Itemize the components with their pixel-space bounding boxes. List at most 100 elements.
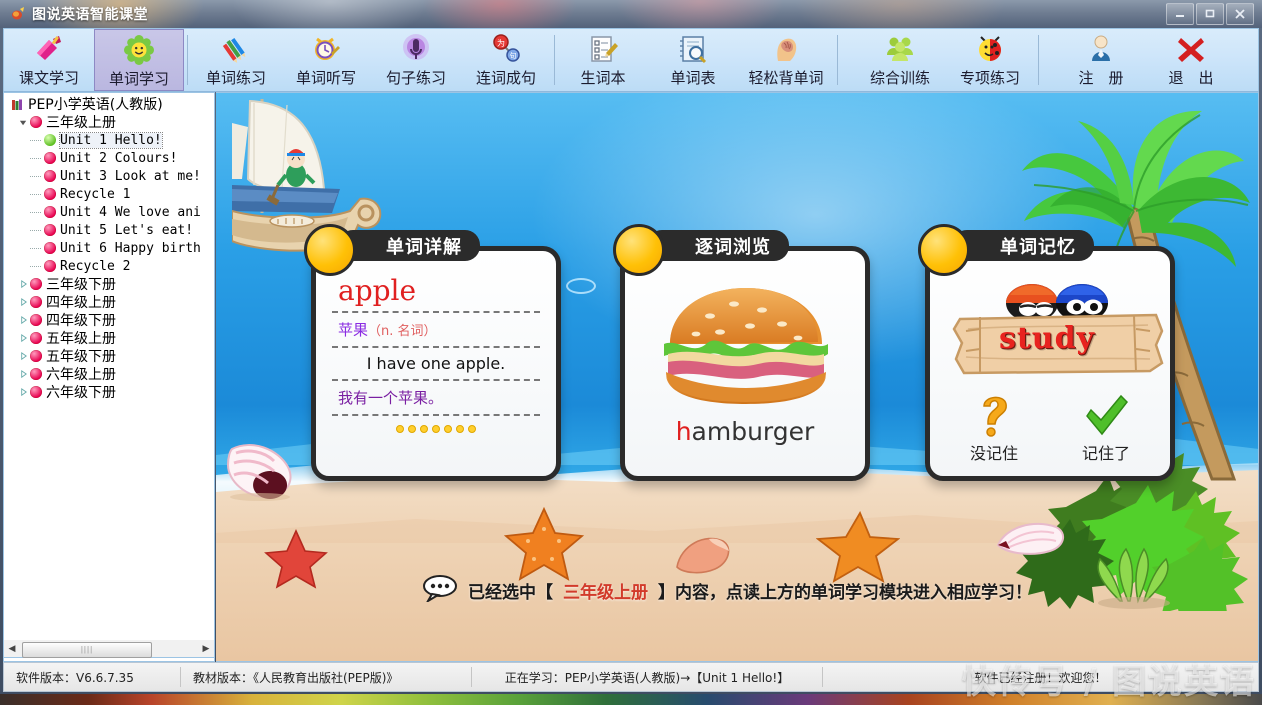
- tree-bullet: [30, 386, 42, 398]
- toolbar-label: 专项练习: [959, 69, 1020, 87]
- tree-bullet: [44, 152, 56, 164]
- chevron-right-icon[interactable]: [18, 333, 28, 343]
- flower-smile-icon: [119, 34, 159, 66]
- tree-unit-label: Unit 3 Look at me!: [60, 168, 201, 184]
- book-pen-icon: [29, 33, 69, 65]
- toolbar-item-word-practice[interactable]: 单词练习: [191, 29, 281, 91]
- progress-dots: [332, 425, 540, 433]
- toolbar-label: 连词成句: [475, 69, 536, 87]
- toolbar-label: 单词听写: [295, 69, 356, 87]
- chevron-right-icon[interactable]: [18, 351, 28, 361]
- card-word-detail[interactable]: 单词详解 apple 苹果（n. 名词） I have one apple. 我…: [304, 224, 561, 481]
- tree-grade-3b[interactable]: 三年级下册: [8, 275, 214, 293]
- divider: [332, 379, 540, 381]
- window-controls: [1166, 3, 1254, 25]
- toolbar-item-word-list[interactable]: 单词表: [648, 29, 738, 91]
- tree-unit-5[interactable]: Unit 5 Let's eat!: [8, 221, 214, 239]
- tree-bullet: [44, 260, 56, 272]
- tree-unit-2[interactable]: Unit 2 Colours!: [8, 149, 214, 167]
- course-tree-sidebar[interactable]: PEP小学英语(人教版) 三年级上册 Unit 1 Hello! Unit 2 …: [3, 92, 215, 662]
- divider: [332, 311, 540, 313]
- card-word-memory[interactable]: 单词记忆 study 没记住 记住了: [918, 224, 1175, 481]
- tree-bullet: [30, 278, 42, 290]
- tree-unit-1[interactable]: Unit 1 Hello!: [8, 131, 214, 149]
- tree-root[interactable]: PEP小学英语(人教版): [8, 95, 214, 113]
- toolbar-item-special-practice[interactable]: 专项练习: [945, 29, 1035, 91]
- book-stack-icon: [10, 97, 24, 111]
- card-title: 单词记忆: [952, 230, 1094, 261]
- scrollbar-thumb[interactable]: ||||: [22, 641, 152, 658]
- tree-unit-label: Unit 1 Hello!: [59, 131, 163, 149]
- tree-recycle-1[interactable]: Recycle 1: [8, 185, 214, 203]
- svg-text:为: 为: [497, 38, 505, 48]
- scroll-left-arrow[interactable]: ◀: [4, 641, 20, 657]
- brain-head-icon: [766, 33, 806, 65]
- toolbar-item-easy-memorize[interactable]: 轻松背单词: [738, 29, 834, 91]
- toolbar-item-new-words-book[interactable]: 生词本: [558, 29, 648, 91]
- hint-bar: 已经选中【 三年级上册 】内容，点读上方的单词学习模块进入相应学习！: [422, 574, 1032, 607]
- choice-remembered[interactable]: 记住了: [1050, 392, 1162, 464]
- sidebar-horizontal-scrollbar[interactable]: ◀ |||| ▶: [3, 640, 215, 658]
- choice-not-remembered[interactable]: 没记住: [938, 392, 1050, 464]
- chevron-right-icon[interactable]: [18, 297, 28, 307]
- starfish-orange-image: [503, 506, 585, 581]
- hamburger-image: [658, 282, 833, 407]
- tree-connector: [30, 194, 42, 195]
- tree-grade-3a[interactable]: 三年级上册: [8, 113, 214, 131]
- close-button[interactable]: [1226, 3, 1254, 25]
- color-pencils-icon: [216, 33, 256, 65]
- toolbar-item-text-study[interactable]: 课文学习: [4, 29, 94, 91]
- toolbar-label: 轻松背单词: [748, 69, 824, 87]
- tree-grade-6a[interactable]: 六年级上册: [8, 365, 214, 383]
- hint-suffix: 】内容，点读上方的单词学习模块进入相应学习！: [658, 583, 1032, 603]
- example-sentence-english: I have one apple.: [366, 354, 506, 373]
- toolbar-separator: [187, 35, 188, 85]
- toolbar-label: 单词学习: [108, 70, 169, 88]
- tree-bullet: [44, 206, 56, 218]
- tree-grade-5b[interactable]: 五年级下册: [8, 347, 214, 365]
- tree-connector: [30, 248, 42, 249]
- toolbar-label: 句子练习: [385, 69, 446, 87]
- application-window: 图说英语智能课堂 课文学习 单词学习 单词练习 单词听写 句子练习 为 句 连词…: [0, 0, 1262, 705]
- word-english: apple: [338, 274, 417, 307]
- tree-recycle-2[interactable]: Recycle 2: [8, 257, 214, 275]
- red-cross-icon: [1171, 33, 1211, 65]
- question-mark-icon: [974, 392, 1014, 438]
- browse-word-rest: amburger: [691, 416, 815, 446]
- toolbar-item-word-study[interactable]: 单词学习: [94, 29, 184, 91]
- tree-bullet: [30, 314, 42, 326]
- minimize-button[interactable]: [1166, 3, 1194, 25]
- toolbar-item-word-dictation[interactable]: 单词听写: [281, 29, 371, 91]
- toolbar-item-exit[interactable]: 退 出: [1146, 29, 1236, 91]
- maximize-button[interactable]: [1196, 3, 1224, 25]
- tree-grade-4a[interactable]: 四年级上册: [8, 293, 214, 311]
- tree-grade-4b[interactable]: 四年级下册: [8, 311, 214, 329]
- chevron-right-icon[interactable]: [18, 369, 28, 379]
- choice-label: 记住了: [1081, 444, 1130, 463]
- chevron-right-icon[interactable]: [18, 315, 28, 325]
- toolbar-item-word-order[interactable]: 为 句 连词成句: [461, 29, 551, 91]
- tree-unit-6[interactable]: Unit 6 Happy birth: [8, 239, 214, 257]
- toolbar-item-sentence-practice[interactable]: 句子练习: [371, 29, 461, 91]
- chevron-down-icon[interactable]: [18, 117, 28, 127]
- toolbar-item-comprehensive-training[interactable]: 综合训练: [855, 29, 945, 91]
- tree-grade-5a[interactable]: 五年级上册: [8, 329, 214, 347]
- tree-unit-3[interactable]: Unit 3 Look at me!: [8, 167, 214, 185]
- chevron-right-icon[interactable]: [18, 387, 28, 397]
- main-toolbar: 课文学习 单词学习 单词练习 单词听写 句子练习 为 句 连词成句 生词本 单词…: [3, 28, 1259, 92]
- tree-grade-label: 六年级上册: [46, 367, 116, 383]
- app-icon: [10, 6, 26, 22]
- scrollbar-track[interactable]: ||||: [20, 641, 198, 658]
- scroll-right-arrow[interactable]: ▶: [198, 641, 214, 657]
- toolbar-item-register[interactable]: 注 册: [1056, 29, 1146, 91]
- chevron-right-icon[interactable]: [18, 279, 28, 289]
- tree-grade-6b[interactable]: 六年级下册: [8, 383, 214, 401]
- word-chinese: 苹果: [338, 321, 369, 339]
- card-word-browse[interactable]: 逐词浏览 hamburger: [613, 224, 870, 481]
- tree-unit-4[interactable]: Unit 4 We love ani: [8, 203, 214, 221]
- memory-word: study: [999, 321, 1095, 356]
- toolbar-separator: [837, 35, 838, 85]
- memory-choices: 没记住 记住了: [938, 392, 1162, 464]
- browse-word: hamburger: [676, 417, 815, 446]
